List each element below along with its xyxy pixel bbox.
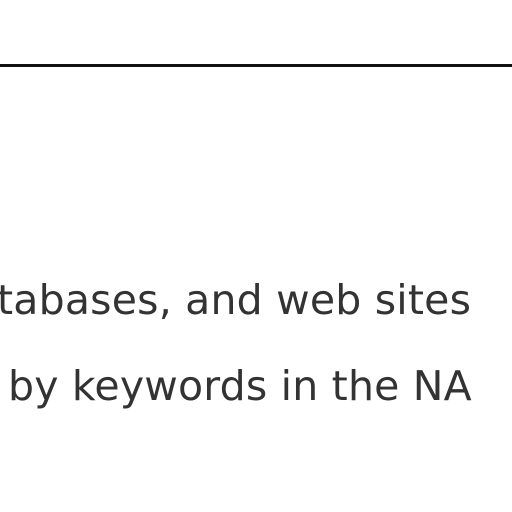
page-viewport: tabases, and web sites by keywords in th… <box>0 0 512 512</box>
horizontal-divider <box>0 64 512 67</box>
body-text-line-1-text: tabases, and web sites <box>0 276 472 324</box>
body-text-line-2-text: by keywords in the NA <box>8 362 472 410</box>
body-text-line-1: tabases, and web sites <box>0 276 512 324</box>
body-text-line-2: by keywords in the NA <box>0 362 512 410</box>
